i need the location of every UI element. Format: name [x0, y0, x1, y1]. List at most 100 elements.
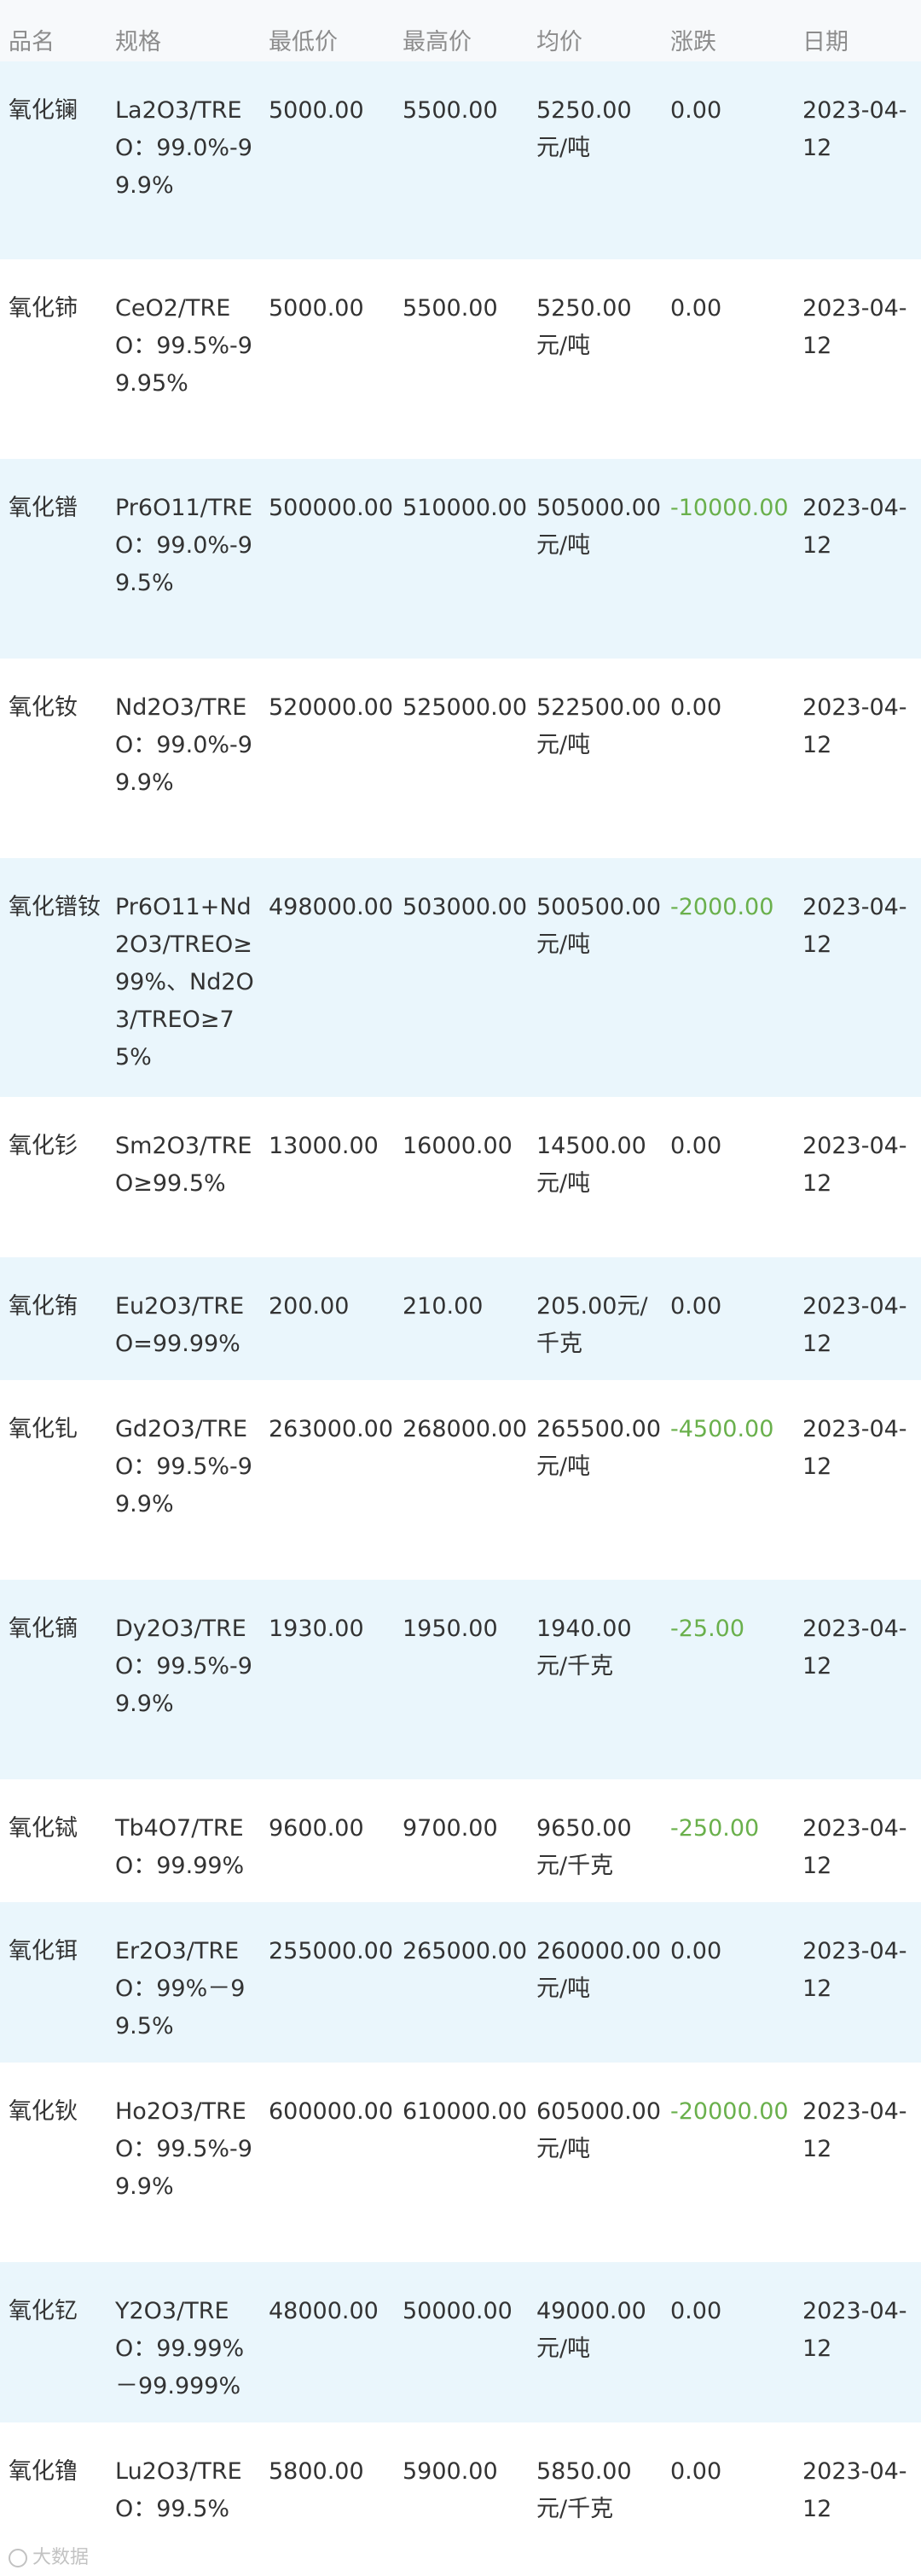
cell-change: -25.00 [670, 1616, 745, 1642]
table-row[interactable]: 氧化钕 Nd2O3/TREO：99.0%-99.9% 520000.00 525000… [0, 659, 921, 858]
cell-change: -250.00 [670, 1815, 760, 1842]
cell-name: 氧化钆 [9, 1416, 78, 1442]
header-spec[interactable]: 规格 [107, 0, 260, 61]
cell-name: 氧化钐 [9, 1133, 78, 1159]
cell-spec: Pr6O11+Nd2O3/TREO≥99%、Nd2O3/TREO≥75% [115, 894, 254, 1070]
cell-high: 5500.00 [403, 295, 498, 322]
cell-high: 5900.00 [403, 2458, 498, 2485]
cell-high: 268000.00 [403, 1416, 528, 1442]
cell-low: 500000.00 [269, 495, 394, 521]
cell-date: 2023-04-12 [802, 2458, 907, 2522]
cell-date: 2023-04-12 [802, 894, 907, 958]
cell-name: 氧化铒 [9, 1938, 78, 1964]
cell-change: 0.00 [670, 1133, 722, 1159]
table-row[interactable]: 氧化铕 Eu2O3/TREO=99.99% 200.00 210.00 205.00元/… [0, 1257, 921, 1380]
table-row[interactable]: 氧化镨 Pr6O11/TREO：99.0%-99.5% 500000.00 51000… [0, 459, 921, 659]
cell-high: 50000.00 [403, 2298, 513, 2324]
cell-spec: CeO2/TREO：99.5%-99.95% [115, 295, 252, 397]
cell-spec: Gd2O3/TREO：99.5%-99.9% [115, 1416, 252, 1517]
cell-low: 498000.00 [269, 894, 394, 920]
cell-high: 1950.00 [403, 1616, 498, 1642]
cell-low: 255000.00 [269, 1938, 394, 1964]
cell-date: 2023-04-12 [802, 97, 907, 161]
cell-high: 610000.00 [403, 2098, 528, 2125]
cell-avg: 605000.00元/吨 [536, 2098, 662, 2162]
table-row[interactable]: 氧化铽 Tb4O7/TREO：99.99% 9600.00 9700.00 9650.0… [0, 1779, 921, 1902]
cell-name: 氧化铈 [9, 295, 78, 322]
cell-low: 5000.00 [269, 295, 364, 322]
cell-spec: Eu2O3/TREO=99.99% [115, 1293, 245, 1357]
cell-change: 0.00 [670, 2458, 722, 2485]
price-table: 品名 规格 最低价 最高价 均价 涨跌 日期 氧化镧 La2O3/TREO：99.… [0, 0, 921, 2545]
cell-avg: 1940.00元/千克 [536, 1616, 632, 1680]
table-row[interactable]: 氧化镝 Dy2O3/TREO：99.5%-99.9% 1930.00 1950.00 1… [0, 1580, 921, 1779]
header-name[interactable]: 品名 [0, 0, 107, 61]
header-avg[interactable]: 均价 [528, 0, 662, 61]
table-row[interactable]: 氧化铒 Er2O3/TREO：99%－99.5% 255000.00 265000.0… [0, 1902, 921, 2063]
cell-change: -2000.00 [670, 894, 774, 920]
table-row[interactable]: 氧化镥 Lu2O3/TREO：99.5% 5800.00 5900.00 5850.00… [0, 2422, 921, 2545]
cell-date: 2023-04-12 [802, 2298, 907, 2362]
cell-high: 503000.00 [403, 894, 528, 920]
cell-date: 2023-04-12 [802, 1133, 907, 1197]
cell-name: 氧化铕 [9, 1293, 78, 1320]
cell-high: 525000.00 [403, 694, 528, 721]
watermark-text: 大数据 [32, 2547, 90, 2568]
cell-spec: Tb4O7/TREO：99.99% [115, 1815, 245, 1879]
cell-change: -10000.00 [670, 495, 789, 521]
table-body: 氧化镧 La2O3/TREO：99.0%-99.9% 5000.00 5500.00 5… [0, 61, 921, 2545]
cell-spec: Dy2O3/TREO：99.5%-99.9% [115, 1616, 252, 1717]
cell-avg: 522500.00元/吨 [536, 694, 662, 758]
cell-avg: 505000.00元/吨 [536, 495, 662, 559]
table-row[interactable]: 氧化钐 Sm2O3/TREO≥99.5% 13000.00 16000.00 14500… [0, 1097, 921, 1257]
cell-low: 263000.00 [269, 1416, 394, 1442]
cell-date: 2023-04-12 [802, 2098, 907, 2162]
cell-date: 2023-04-12 [802, 694, 907, 758]
cell-change: 0.00 [670, 1938, 722, 1964]
table-row[interactable]: 氧化铈 CeO2/TREO：99.5%-99.95% 5000.00 5500.00 5… [0, 259, 921, 459]
cell-date: 2023-04-12 [802, 1616, 907, 1680]
header-change[interactable]: 涨跌 [662, 0, 794, 61]
header-high[interactable]: 最高价 [394, 0, 528, 61]
cell-low: 48000.00 [269, 2298, 379, 2324]
header-date[interactable]: 日期 [794, 0, 921, 61]
cell-date: 2023-04-12 [802, 1815, 907, 1879]
cell-avg: 49000.00元/吨 [536, 2298, 646, 2362]
cell-avg: 500500.00元/吨 [536, 894, 662, 958]
cell-low: 520000.00 [269, 694, 394, 721]
table-row[interactable]: 氧化钇 Y2O3/TREO：99.99%－99.999% 48000.00 50000… [0, 2262, 921, 2422]
cell-name: 氧化钇 [9, 2298, 78, 2324]
weibo-icon [9, 2549, 27, 2567]
cell-change: 0.00 [670, 295, 722, 322]
cell-high: 265000.00 [403, 1938, 528, 1964]
cell-high: 210.00 [403, 1293, 484, 1320]
cell-name: 氧化镥 [9, 2458, 78, 2485]
cell-date: 2023-04-12 [802, 1416, 907, 1480]
table-row[interactable]: 氧化钬 Ho2O3/TREO：99.5%-99.9% 600000.00 610000… [0, 2063, 921, 2262]
cell-spec: Er2O3/TREO：99%－99.5% [115, 1938, 246, 2039]
cell-spec: Nd2O3/TREO：99.0%-99.9% [115, 694, 252, 796]
cell-low: 13000.00 [269, 1133, 379, 1159]
table-row[interactable]: 氧化镨钕 Pr6O11+Nd2O3/TREO≥99%、Nd2O3/TREO≥75%… [0, 858, 921, 1097]
cell-name: 氧化钬 [9, 2098, 78, 2125]
cell-change: 0.00 [670, 694, 722, 721]
cell-name: 氧化镝 [9, 1616, 78, 1642]
cell-change: -20000.00 [670, 2098, 789, 2125]
table-header: 品名 规格 最低价 最高价 均价 涨跌 日期 [0, 0, 921, 61]
cell-spec: Ho2O3/TREO：99.5%-99.9% [115, 2098, 252, 2200]
cell-avg: 14500.00元/吨 [536, 1133, 646, 1197]
cell-date: 2023-04-12 [802, 1293, 907, 1357]
cell-high: 5500.00 [403, 97, 498, 124]
watermark: 大数据 [9, 2542, 89, 2569]
header-low[interactable]: 最低价 [260, 0, 394, 61]
cell-date: 2023-04-12 [802, 1938, 907, 2002]
cell-avg: 9650.00元/千克 [536, 1815, 632, 1879]
cell-spec: Lu2O3/TREO：99.5% [115, 2458, 242, 2522]
cell-low: 5800.00 [269, 2458, 364, 2485]
cell-spec: La2O3/TREO：99.0%-99.9% [115, 97, 252, 199]
table-row[interactable]: 氧化钆 Gd2O3/TREO：99.5%-99.9% 263000.00 268000… [0, 1380, 921, 1580]
cell-spec: Sm2O3/TREO≥99.5% [115, 1133, 252, 1197]
cell-avg: 265500.00元/吨 [536, 1416, 662, 1480]
table-row[interactable]: 氧化镧 La2O3/TREO：99.0%-99.9% 5000.00 5500.00 5… [0, 61, 921, 259]
cell-name: 氧化镧 [9, 97, 78, 124]
